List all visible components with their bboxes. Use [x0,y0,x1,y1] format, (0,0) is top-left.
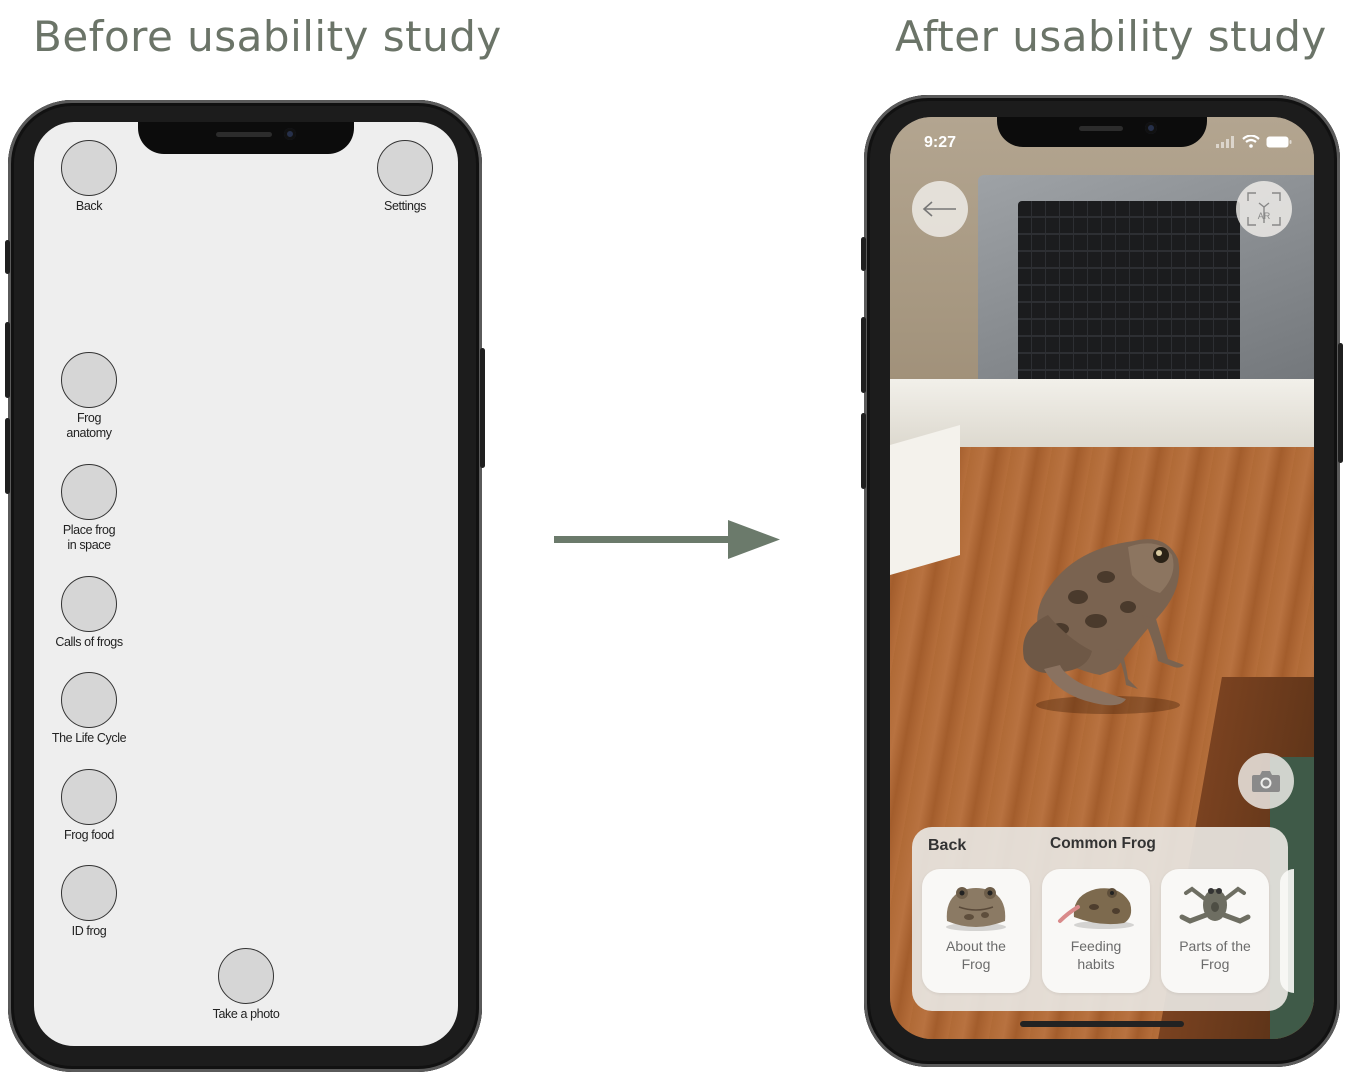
wireframe-menu-label: Frog food [64,828,114,842]
card-feeding-habits[interactable]: Feeding habits [1042,869,1150,993]
wireframe-menu-life-cycle[interactable]: The Life Cycle [34,672,144,746]
frog-eating-icon [1058,888,1134,929]
wireframe-menu-label: ID frog [71,924,107,938]
phone-frame-before: Back Settings Frog anatomy Place frog in… [5,100,485,1072]
wireframe-settings-label: Settings [384,199,426,213]
status-time: 9:27 [924,134,957,151]
card-label: Parts of the Frog [1179,938,1251,972]
wifi-icon [1242,135,1260,148]
arrow-left-icon [922,201,956,217]
phone-side-button [480,348,485,468]
notch-speaker [1079,126,1123,131]
placeholder-circle-icon [61,672,117,728]
wireframe-menu-label: Place frog in space [62,523,116,552]
wireframe-settings-button[interactable]: Settings [350,140,458,214]
frog-front-icon [946,887,1006,931]
wireframe-menu-label: The Life Cycle [51,731,127,745]
phone-side-button [5,322,10,398]
notch-speaker [216,132,272,137]
panel-title: Common Frog [1050,835,1156,852]
frog-info-panel: Back Common Frog About the Frog Feeding … [912,827,1294,1011]
placeholder-circle-icon [61,865,117,921]
signal-icon [1216,135,1234,148]
card-about-the-frog[interactable]: About the Frog [922,869,1030,993]
panel-back-button[interactable]: Back [928,837,966,855]
status-icons [1216,135,1292,148]
ar-badge-text: AR [1258,211,1271,221]
ar-cube-icon: AR [1247,192,1281,226]
placeholder-circle-icon [61,352,117,408]
scene-keyboard [1018,201,1240,405]
phone-side-button [1338,343,1343,463]
frog-top-view-icon [1179,886,1251,924]
card-parts-of-the-frog[interactable]: Parts of the Frog [1161,869,1269,993]
placeholder-circle-icon [61,576,117,632]
placeholder-circle-icon [61,464,117,520]
placeholder-circle-icon [61,769,117,825]
wireframe-menu-calls-of-frogs[interactable]: Calls of frogs [34,576,144,650]
wireframe-menu-frog-food[interactable]: Frog food [34,769,144,843]
phone-side-button [861,413,866,489]
wireframe-screen: Back Settings Frog anatomy Place frog in… [34,122,458,1046]
card-next-peek[interactable] [1280,869,1294,993]
heading-before: Before usability study [33,12,502,61]
heading-after: After usability study [895,12,1327,61]
placeholder-circle-icon [61,140,117,196]
battery-icon [1266,136,1292,147]
arrow-right-icon [554,520,780,559]
ar-back-button[interactable] [912,181,968,237]
home-indicator [1020,1021,1184,1027]
wireframe-menu-frog-anatomy[interactable]: Frog anatomy [34,352,144,441]
phone-side-button [5,240,10,274]
card-label: About the Frog [946,938,1006,972]
phone-notch [138,122,354,154]
ar-frog-model[interactable] [1008,519,1198,719]
wireframe-menu-label: Frog anatomy [66,411,112,440]
ar-mode-button[interactable]: AR [1236,181,1292,237]
scene-book [890,424,960,576]
placeholder-circle-icon [218,948,274,1004]
card-label: Feeding habits [1070,938,1122,972]
wireframe-menu-place-frog[interactable]: Place frog in space [34,464,144,553]
wireframe-menu-label: Calls of frogs [55,635,123,649]
take-photo-button[interactable] [1238,753,1294,809]
placeholder-circle-icon [377,140,433,196]
wireframe-back-button[interactable]: Back [34,140,144,214]
wireframe-take-photo-button[interactable]: Take a photo [191,948,301,1022]
wireframe-take-photo-label: Take a photo [212,1007,280,1021]
ar-camera-screen: 9:27 AR Back Common Frog About the Frog … [890,117,1314,1039]
phone-frame-after: 9:27 AR Back Common Frog About the Frog … [861,95,1343,1067]
camera-icon [1252,771,1280,792]
notch-camera-icon [284,128,296,140]
wireframe-menu-id-frog[interactable]: ID frog [34,865,144,939]
phone-notch [997,117,1207,147]
phone-side-button [861,237,866,271]
notch-camera-icon [1145,122,1157,134]
phone-side-button [861,317,866,393]
phone-side-button [5,418,10,494]
wireframe-back-label: Back [75,199,103,213]
